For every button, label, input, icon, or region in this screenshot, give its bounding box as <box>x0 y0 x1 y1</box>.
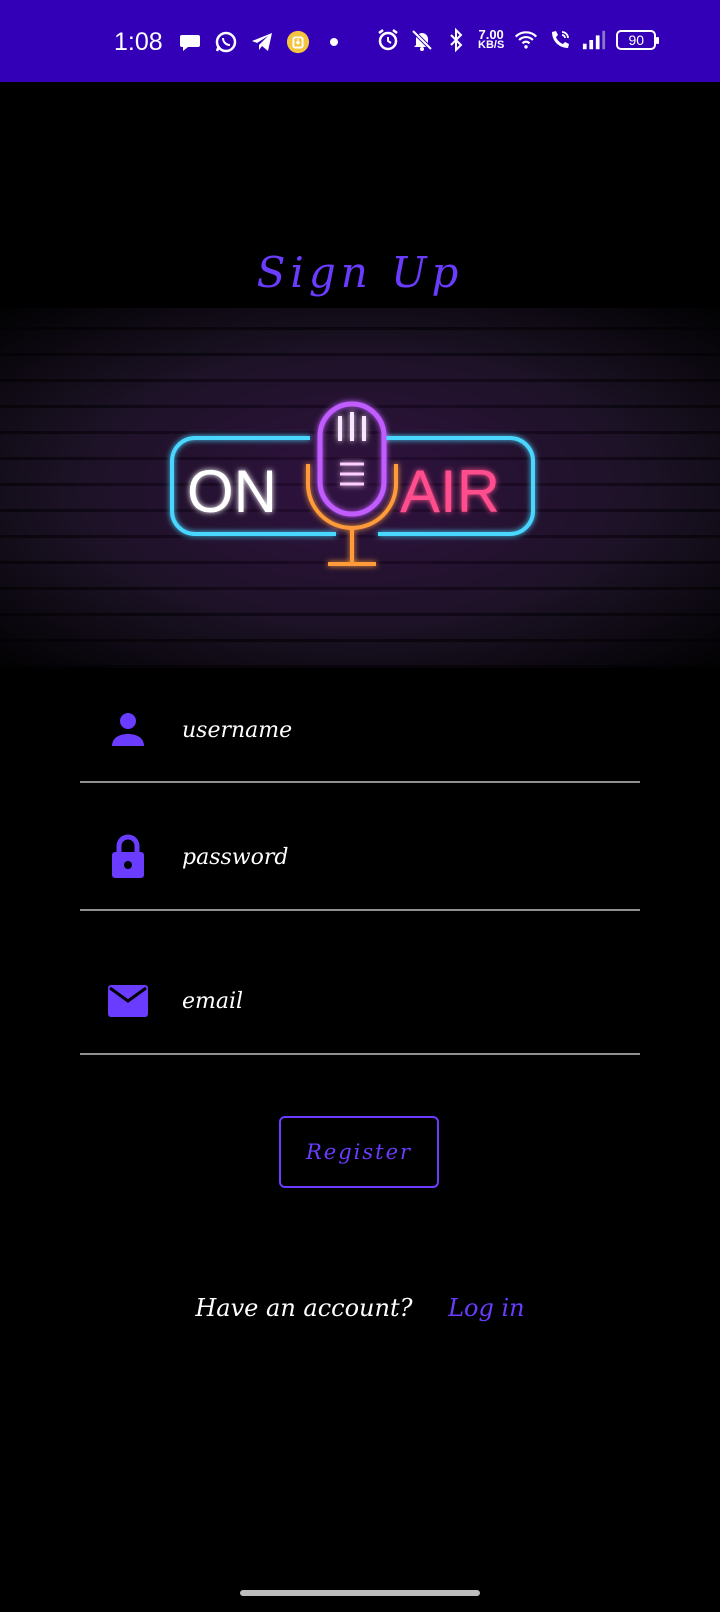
notification-icons <box>178 30 346 54</box>
battery-indicator: 90 <box>616 30 660 50</box>
signal-icon <box>582 28 606 52</box>
on-air-logo: ON AIR <box>170 401 535 566</box>
login-link[interactable]: Log in <box>448 1294 525 1322</box>
username-underline <box>80 781 640 783</box>
password-input[interactable] <box>180 843 604 871</box>
wifi-icon <box>514 28 538 52</box>
alarm-icon <box>376 28 400 52</box>
person-icon <box>106 708 150 752</box>
download-badge-icon <box>286 30 310 54</box>
bell-off-icon <box>410 28 434 52</box>
telegram-icon <box>250 30 274 54</box>
email-underline <box>80 1053 640 1055</box>
email-row <box>80 966 640 1036</box>
chat-bubble-icon <box>178 30 202 54</box>
system-icons: 7.00 KB/S 90 <box>376 27 660 52</box>
envelope-icon <box>106 979 150 1023</box>
register-button[interactable]: Register <box>279 1116 439 1188</box>
email-input[interactable] <box>180 987 604 1015</box>
wifi-call-icon <box>548 28 572 52</box>
status-time: 1:08 <box>114 28 163 56</box>
status-bar: 1:08 7.00 KB/S 90 <box>0 0 720 82</box>
have-account-text: Have an account? <box>195 1294 413 1322</box>
lock-icon <box>106 834 150 879</box>
home-indicator[interactable] <box>240 1590 480 1596</box>
logo-air-text: AIR <box>400 458 500 525</box>
net-speed: 7.00 KB/S <box>478 27 505 51</box>
login-prompt: Have an account? Log in <box>0 1294 720 1322</box>
username-row <box>80 695 640 765</box>
whatsapp-icon <box>214 30 238 54</box>
page-title: Sign Up <box>256 248 464 297</box>
username-input[interactable] <box>180 716 604 744</box>
dot-icon <box>322 30 346 54</box>
password-underline <box>80 909 640 911</box>
bluetooth-icon <box>444 28 468 52</box>
logo-on-text: ON <box>187 458 277 525</box>
password-row <box>80 822 640 892</box>
